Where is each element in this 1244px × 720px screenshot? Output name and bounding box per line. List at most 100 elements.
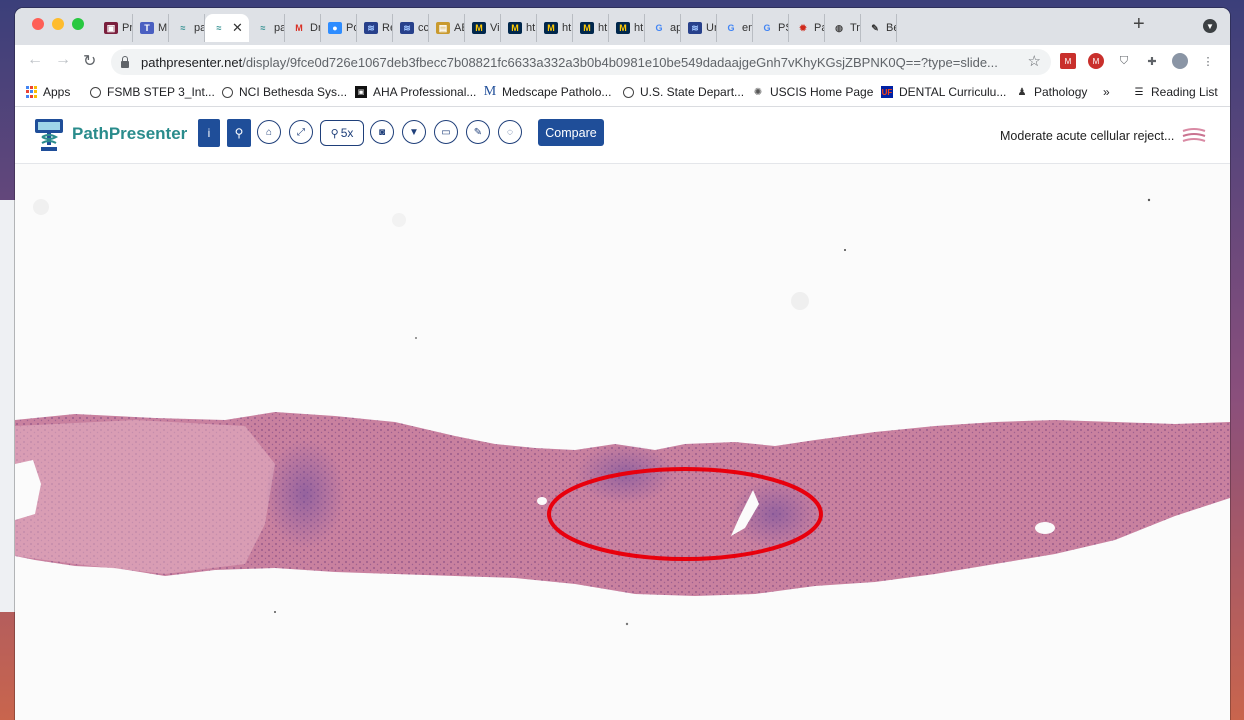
reload-icon[interactable]: ↻ [83, 51, 96, 71]
bookmark-label: U.S. State Depart... [640, 85, 745, 99]
bookmark-item[interactable]: Apps [25, 85, 70, 99]
slide-viewer[interactable] [15, 164, 1230, 720]
blue-stripes-icon: ≋ [364, 22, 378, 34]
globe-icon [89, 86, 101, 98]
tab-strip: ▣PrTM≈pa≈✕≈paMDr●Po≋Re≋cc▤AEMViMhtMhtMht… [15, 8, 1230, 45]
back-arrow-icon[interactable]: ← [27, 51, 43, 69]
google-icon: G [763, 23, 771, 33]
close-tab-icon[interactable]: ✕ [232, 20, 243, 36]
minimize-window-button[interactable] [52, 18, 64, 30]
extension-mendeley-icon[interactable]: M [1060, 53, 1076, 69]
info-button[interactable]: i [198, 119, 220, 147]
browser-tab[interactable]: Mht [537, 14, 573, 42]
close-window-button[interactable] [32, 18, 44, 30]
extension-shield-icon[interactable]: ⛉ [1116, 53, 1132, 69]
home-button[interactable]: ⌂ [257, 120, 281, 144]
slide-thumbnail-icon[interactable] [1181, 125, 1207, 147]
compare-button[interactable]: Compare [538, 119, 604, 146]
bookmark-item[interactable]: ✺ USCIS Home Page [752, 85, 874, 99]
new-tab-button[interactable]: + [1133, 13, 1145, 36]
browser-tab[interactable]: ≋ cc [393, 14, 429, 42]
browser-tab[interactable]: ▣ Pr [97, 14, 133, 42]
bookmark-item[interactable]: ♟ Pathology [1016, 85, 1088, 99]
tab-label: Dr [310, 22, 321, 34]
bookmark-item[interactable]: ▣ AHA Professional... [355, 85, 476, 99]
fullscreen-button[interactable]: ⤢ [289, 120, 313, 144]
lock-icon[interactable] [121, 55, 129, 68]
app-header: PathPresenter i ⚲ ⌂ ⤢ ⚲ 5x ◙ ▼ ▭ ✎ ◌ Com… [15, 107, 1230, 164]
browser-menu-icon[interactable]: ⋮ [1200, 53, 1216, 69]
address-bar[interactable]: pathpresenter.net/display/9fce0d726e1067… [111, 49, 1051, 75]
browser-tab[interactable]: ● Po [321, 14, 357, 42]
profile-avatar[interactable] [1172, 53, 1188, 69]
uscis-seal-icon: ✺ [753, 86, 763, 98]
bookmark-item[interactable]: NCI Bethesda Sys... [221, 85, 347, 99]
browser-tab[interactable]: Gap [645, 14, 681, 42]
expand-icon: ⤢ [297, 126, 305, 138]
presentation-button[interactable]: ▭ [434, 120, 458, 144]
tab-label: pa [274, 22, 284, 34]
forward-arrow-icon[interactable]: → [55, 51, 71, 69]
browser-tab[interactable]: ≈ ✕ [205, 14, 249, 42]
browser-tab[interactable]: ✎ Be [861, 14, 897, 42]
browser-tab[interactable]: TM [133, 14, 169, 42]
annotate-button[interactable]: ✎ [466, 120, 490, 144]
browser-tab[interactable]: M Vi [465, 14, 501, 42]
apps-grid-icon [25, 86, 37, 98]
gmail-icon: M [295, 23, 303, 33]
browser-tab[interactable]: ◍ Tr [825, 14, 861, 42]
bookmark-item[interactable]: M Medscape Patholo... [484, 84, 612, 99]
pencil-icon: ✎ [473, 126, 483, 138]
filter-button[interactable]: ▼ [402, 120, 426, 144]
browser-tab[interactable]: Mht [573, 14, 609, 42]
bookmarks-overflow-button[interactable]: » [1103, 85, 1110, 99]
tab-label: pa [194, 22, 204, 34]
bookmark-item[interactable]: UF DENTAL Curriculu... [881, 85, 1006, 99]
camera-icon: ◙ [378, 126, 386, 138]
browser-tab[interactable]: ≋ Ur [681, 14, 717, 42]
zoom-level-button[interactable]: ⚲ 5x [320, 120, 364, 146]
bookmark-item[interactable]: FSMB STEP 3_Int... [89, 85, 215, 99]
browser-tab[interactable]: Mht [609, 14, 645, 42]
snapshot-button[interactable]: ◙ [370, 120, 394, 144]
filter-icon: ▼ [409, 126, 419, 138]
slide-title[interactable]: Moderate acute cellular reject... [1000, 129, 1174, 143]
tab-label: en [742, 22, 752, 34]
browser-tab[interactable]: ≈ pa [169, 14, 205, 42]
pathpresenter-logo-icon [35, 119, 63, 151]
browser-tab[interactable]: G PS [753, 14, 789, 42]
app-brand[interactable]: PathPresenter [72, 124, 187, 144]
reading-list-button[interactable]: ☰ Reading List [1133, 85, 1218, 99]
browser-tab[interactable]: ≈ pa [249, 14, 285, 42]
attachment-button[interactable]: ⚲ [227, 119, 251, 147]
pathpresenter-icon: ≈ [180, 23, 186, 33]
tab-search-icon[interactable]: ▼ [1203, 19, 1217, 33]
michigan-icon: M [580, 22, 594, 34]
browser-tab[interactable]: M Dr [285, 14, 321, 42]
michigan-icon: M [616, 22, 630, 34]
pathpresenter-icon: ≈ [216, 23, 222, 33]
aha-icon: ▣ [355, 86, 367, 98]
tab-label: ht [562, 22, 572, 34]
browser-window: ▣PrTM≈pa≈✕≈paMDr●Po≋Re≋cc▤AEMViMhtMhtMht… [15, 8, 1230, 720]
background-window [0, 200, 16, 612]
browser-tab[interactable]: ✹ Pa [789, 14, 825, 42]
bookmark-star-icon[interactable]: ☆ [1028, 52, 1041, 70]
extension-m-icon[interactable]: M [1088, 53, 1104, 69]
tab-label: ap [670, 22, 680, 34]
browser-tab[interactable]: ▤ AE [429, 14, 465, 42]
zoom-window-button[interactable] [72, 18, 84, 30]
extensions-puzzle-icon[interactable]: ✚ [1144, 53, 1160, 69]
monitor-icon: ▭ [441, 126, 451, 138]
browser-tab[interactable]: Gen [717, 14, 753, 42]
michigan-icon: M [508, 22, 522, 34]
browser-tab[interactable]: ≋ Re [357, 14, 393, 42]
browser-tab[interactable]: Mht [501, 14, 537, 42]
bookmark-label: Medscape Patholo... [502, 85, 612, 99]
tab-label: PS [778, 22, 788, 34]
lasso-button[interactable]: ◌ [498, 120, 522, 144]
globe-icon: ◍ [835, 22, 843, 33]
reading-list-label: Reading List [1151, 85, 1218, 99]
bookmark-item[interactable]: U.S. State Depart... [622, 85, 744, 99]
slide-canvas[interactable] [15, 164, 1230, 720]
